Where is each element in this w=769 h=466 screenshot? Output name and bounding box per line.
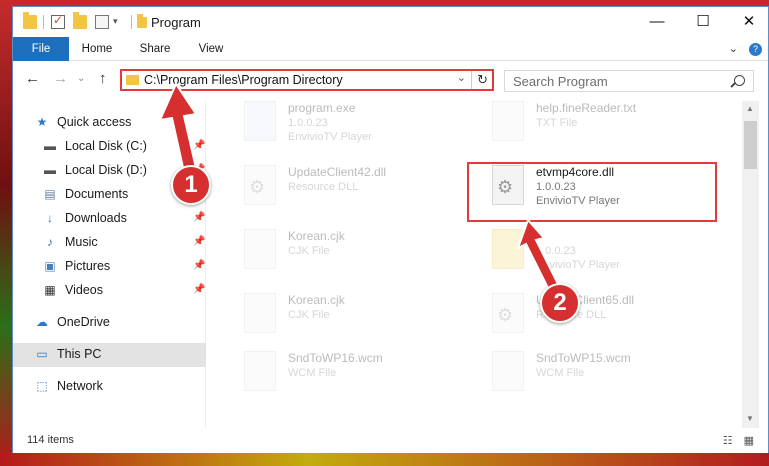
annotation-arrows bbox=[158, 81, 562, 294]
step-2-badge: 2 bbox=[540, 283, 580, 323]
step-1-badge: 1 bbox=[171, 165, 211, 205]
arrow-1 bbox=[158, 81, 198, 174]
arrow-2 bbox=[516, 218, 562, 294]
